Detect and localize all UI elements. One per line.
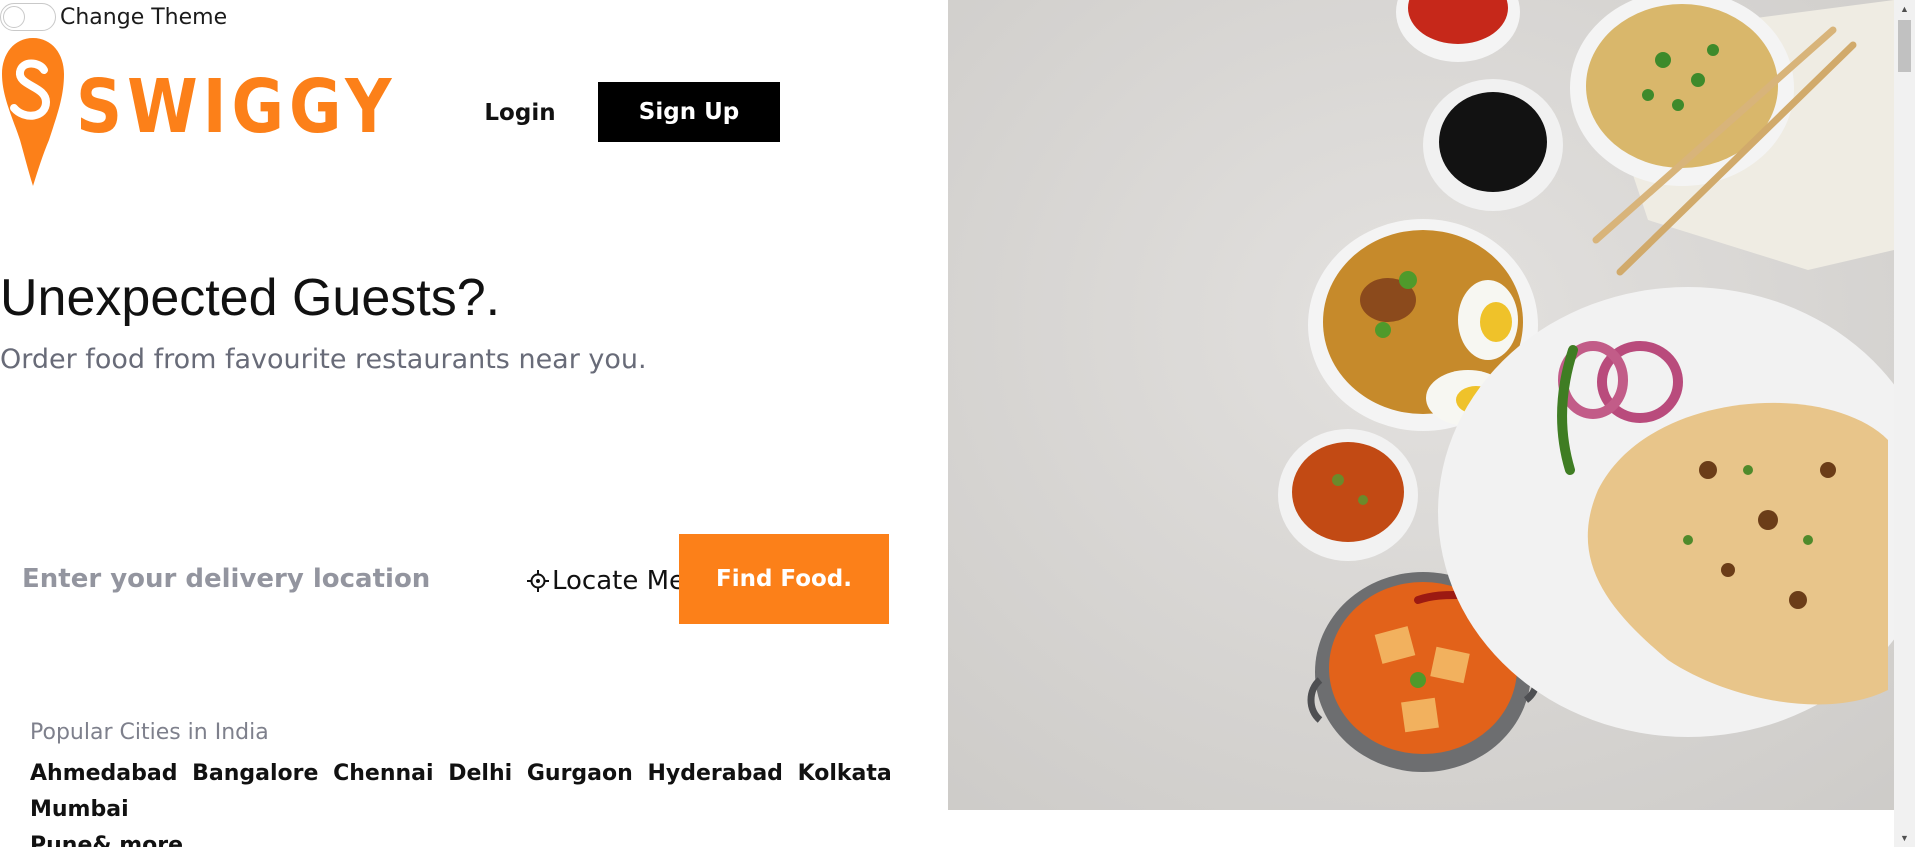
page-scrollbar[interactable]: ▲ ▼ <box>1894 0 1915 847</box>
delivery-location-input[interactable] <box>0 534 520 624</box>
city-link-ahmedabad[interactable]: Ahmedabad <box>30 761 177 786</box>
city-link-kolkata[interactable]: Kolkata <box>798 761 892 786</box>
crosshair-icon <box>527 570 549 592</box>
city-link-mumbai[interactable]: Mumbai <box>30 797 129 822</box>
scroll-up-icon[interactable]: ▲ <box>1894 0 1915 18</box>
city-link-chennai[interactable]: Chennai <box>333 761 433 786</box>
scrollbar-thumb[interactable] <box>1898 20 1911 72</box>
city-link-bangalore[interactable]: Bangalore <box>192 761 318 786</box>
find-food-button[interactable]: Find Food. <box>679 534 889 624</box>
locate-me-label: Locate Me <box>552 566 686 596</box>
theme-toggle[interactable]: Change Theme <box>0 0 227 34</box>
swiggy-logo-icon <box>2 38 64 186</box>
popular-cities-heading: Popular Cities in India <box>30 720 269 745</box>
city-link-delhi[interactable]: Delhi <box>448 761 512 786</box>
locate-me-button[interactable]: Locate Me <box>526 556 685 606</box>
hero-subtitle: Order food from favourite restaurants ne… <box>0 344 647 375</box>
hero-title: Unexpected Guests?. <box>0 269 501 327</box>
city-link-hyderabad[interactable]: Hyderabad <box>647 761 782 786</box>
landing-page: Change Theme SWIGGY Login Sign Up Unexpe… <box>0 0 1915 847</box>
login-button[interactable]: Login <box>472 82 568 144</box>
theme-label: Change Theme <box>60 4 228 30</box>
city-link-gurgaon[interactable]: Gurgaon <box>527 761 633 786</box>
popular-cities-list: Ahmedabad Bangalore Chennai Delhi Gurgao… <box>30 756 910 847</box>
more-cities-link[interactable]: & more. <box>92 833 191 847</box>
brand-logo[interactable]: SWIGGY <box>0 36 397 188</box>
signup-button[interactable]: Sign Up <box>598 82 780 142</box>
hero-food-image <box>948 0 1894 810</box>
theme-switch-knob <box>3 6 25 28</box>
brand-name: SWIGGY <box>76 65 397 151</box>
theme-switch[interactable] <box>0 3 56 31</box>
food-illustration <box>948 0 1894 810</box>
city-link-pune[interactable]: Pune <box>30 833 92 847</box>
scroll-down-icon[interactable]: ▼ <box>1894 829 1915 847</box>
